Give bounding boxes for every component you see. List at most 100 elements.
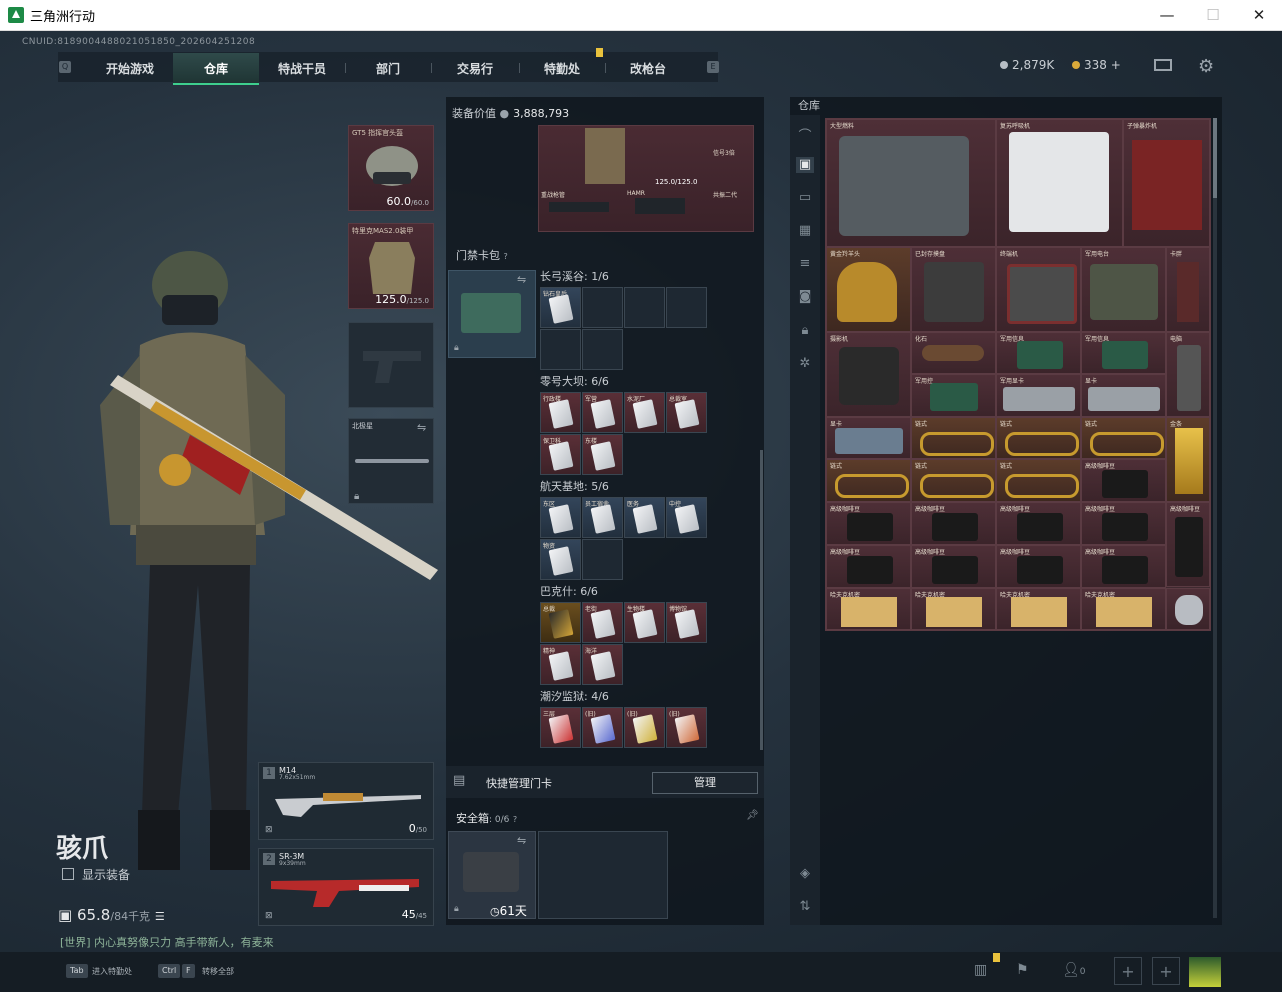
transfer-all-hint[interactable]: 转移全部 xyxy=(202,966,234,977)
tab-operators[interactable]: 特战干员 xyxy=(260,53,344,83)
keycard-scrollbar[interactable] xyxy=(760,450,763,750)
list-icon[interactable]: ☰ xyxy=(155,910,165,923)
keycard-item[interactable]: 中控 xyxy=(666,497,707,538)
warehouse-item[interactable]: 哈夫克机密 xyxy=(911,588,996,630)
warehouse-item[interactable]: 高级咖啡豆 xyxy=(911,545,996,588)
warehouse-item[interactable]: 链式 xyxy=(911,459,996,502)
warehouse-item[interactable]: 黄金羚羊头 xyxy=(826,247,911,332)
flag-icon[interactable]: ⚑ xyxy=(1016,962,1029,978)
keycard-item[interactable]: 钻石皇后 xyxy=(540,287,581,328)
chat-message[interactable]: [世界] 内心真努像只力 高手带新人，有麦来 xyxy=(60,934,274,950)
armor-category-icon[interactable]: ▦ xyxy=(796,223,814,239)
minimize-button[interactable]: — xyxy=(1144,0,1190,30)
keycard-item[interactable]: 老街 xyxy=(582,602,623,643)
warehouse-item[interactable]: 高级咖啡豆 xyxy=(1166,502,1210,587)
warehouse-item[interactable]: 军用显卡 xyxy=(996,374,1081,417)
warehouse-item[interactable] xyxy=(1166,588,1210,630)
warehouse-item[interactable]: 链式 xyxy=(996,417,1081,459)
pistol-slot[interactable] xyxy=(348,322,434,408)
tab-market[interactable]: 交易行 xyxy=(432,53,518,83)
keycard-item[interactable]: 东区 xyxy=(540,497,581,538)
warehouse-item[interactable]: 金条 xyxy=(1166,417,1210,502)
warehouse-item[interactable]: 高级咖啡豆 xyxy=(911,502,996,545)
warehouse-item[interactable]: 显卡 xyxy=(1081,374,1166,417)
warehouse-item[interactable]: 复苏呼吸机 xyxy=(996,119,1123,247)
keycard-item[interactable]: 三层 xyxy=(540,707,581,748)
nav-right-key-icon[interactable]: E xyxy=(707,61,719,73)
warehouse-item[interactable]: 高级咖啡豆 xyxy=(1081,502,1166,545)
tab-department[interactable]: 部门 xyxy=(346,53,430,83)
tab-start-game[interactable]: 开始游戏 xyxy=(88,53,172,83)
mail-icon[interactable] xyxy=(1154,59,1172,71)
melee-slot[interactable]: 北极星 ⇋ 🔒︎ xyxy=(348,418,434,504)
empty-keycard-slot[interactable] xyxy=(624,287,665,328)
gear-icon[interactable]: ⚙ xyxy=(1198,56,1214,77)
tab-warehouse[interactable]: 仓库 xyxy=(173,53,259,85)
keycard-item[interactable]: (旧) xyxy=(624,707,665,748)
warehouse-item[interactable]: 显卡 xyxy=(826,417,911,459)
warehouse-item[interactable]: 军用控 xyxy=(911,374,996,417)
add-ticket-button[interactable]: + xyxy=(1111,58,1121,72)
show-equipment-toggle[interactable]: 显示装备 xyxy=(62,866,130,883)
warehouse-item[interactable]: 链式 xyxy=(911,417,996,459)
sort-icon[interactable]: ⇅ xyxy=(796,899,814,915)
warehouse-item[interactable]: 大型燃料 xyxy=(826,119,996,247)
weapon-category-icon[interactable]: ▭ xyxy=(796,190,814,206)
warehouse-item[interactable]: 高级咖啡豆 xyxy=(826,545,911,588)
helmet-slot[interactable]: GT5 指挥官头盔 60.0/60.0 xyxy=(348,125,434,211)
warehouse-item[interactable]: 化石 xyxy=(911,332,996,374)
keycard-item[interactable]: 博物馆 xyxy=(666,602,707,643)
keycard-item[interactable]: 生物楼 xyxy=(624,602,665,643)
close-button[interactable]: ✕ xyxy=(1236,0,1282,30)
scrollbar-thumb[interactable] xyxy=(1213,118,1217,198)
layers-icon[interactable]: ◈ xyxy=(796,866,814,882)
helmet-category-icon[interactable]: ⌒ xyxy=(796,125,814,144)
backpack-container[interactable]: 125.0/125.0 信号3倍 重战枪管 HAMR 共振二代 xyxy=(538,125,754,232)
warehouse-item[interactable]: 已封存摸盘 xyxy=(911,247,996,332)
invite-slot-button[interactable]: + xyxy=(1152,957,1180,985)
keycard-item[interactable]: 精神 xyxy=(540,644,581,685)
warehouse-item[interactable]: 子弹暴炸机 xyxy=(1123,119,1210,247)
warehouse-item[interactable]: 卡胖 xyxy=(1166,247,1210,332)
checkbox-icon[interactable] xyxy=(62,868,74,880)
secondary-weapon-slot[interactable]: 2 SR-3M 9x39mm ⊠ 45/45 xyxy=(258,848,434,926)
keycard-item[interactable]: 总裁室 xyxy=(666,392,707,433)
lock-category-icon[interactable]: 🔒︎ xyxy=(796,323,814,339)
pin-icon[interactable]: 📌︎ xyxy=(746,810,759,821)
settings-category-icon[interactable]: ✲ xyxy=(796,356,814,372)
empty-keycard-slot[interactable] xyxy=(582,287,623,328)
armor-slot[interactable]: 特里克MAS2.0装甲 125.0/125.0 xyxy=(348,223,434,309)
keycard-item[interactable]: 东楼 xyxy=(582,434,623,475)
warehouse-item[interactable]: 军用信息 xyxy=(996,332,1081,374)
camera-category-icon[interactable]: ◙ xyxy=(796,289,814,305)
warehouse-item[interactable]: 电脑 xyxy=(1166,332,1210,417)
warehouse-item[interactable]: 哈夫克机密 xyxy=(996,588,1081,630)
swap-icon[interactable]: ⇋ xyxy=(517,834,526,847)
warehouse-item[interactable]: 链式 xyxy=(1081,417,1166,459)
invite-slot-button[interactable]: + xyxy=(1114,957,1142,985)
nav-left-key-icon[interactable]: Q xyxy=(59,61,71,73)
warehouse-item[interactable]: 高级咖啡豆 xyxy=(996,502,1081,545)
keycard-item[interactable]: 总裁 xyxy=(540,602,581,643)
warehouse-item[interactable]: 高级咖啡豆 xyxy=(996,545,1081,588)
keycard-case-slot[interactable]: ⇋ 🔒︎ xyxy=(448,270,536,358)
primary-weapon-slot[interactable]: 1 M14 7.62x51mm ⊠ 0/50 xyxy=(258,762,434,840)
keycard-item[interactable]: 军营 xyxy=(582,392,623,433)
warehouse-item[interactable]: 高级咖啡豆 xyxy=(826,502,911,545)
safebox-grid[interactable] xyxy=(538,831,668,919)
coin-balance[interactable]: 2,879K xyxy=(1000,58,1054,72)
keycard-item[interactable]: 保卫科 xyxy=(540,434,581,475)
empty-keycard-slot[interactable] xyxy=(540,329,581,370)
empty-keycard-slot[interactable] xyxy=(666,287,707,328)
warehouse-item[interactable]: 哈夫克机密 xyxy=(826,588,911,630)
enter-special-ops-hint[interactable]: 进入特勤处 xyxy=(92,966,132,977)
stats-icon[interactable]: ▥ xyxy=(974,962,987,978)
friends-icon[interactable]: 👤︎0 xyxy=(1062,962,1086,978)
manage-button[interactable]: 管理 xyxy=(652,772,758,794)
swap-icon[interactable]: ⇋ xyxy=(417,421,426,434)
keycard-item[interactable]: 水泥厂 xyxy=(624,392,665,433)
ammo-category-icon[interactable]: ≡ xyxy=(796,256,814,272)
warehouse-item[interactable]: 链式 xyxy=(826,459,911,502)
tab-special-ops[interactable]: 特勤处 xyxy=(520,53,604,83)
keycard-item[interactable]: 物资 xyxy=(540,539,581,580)
